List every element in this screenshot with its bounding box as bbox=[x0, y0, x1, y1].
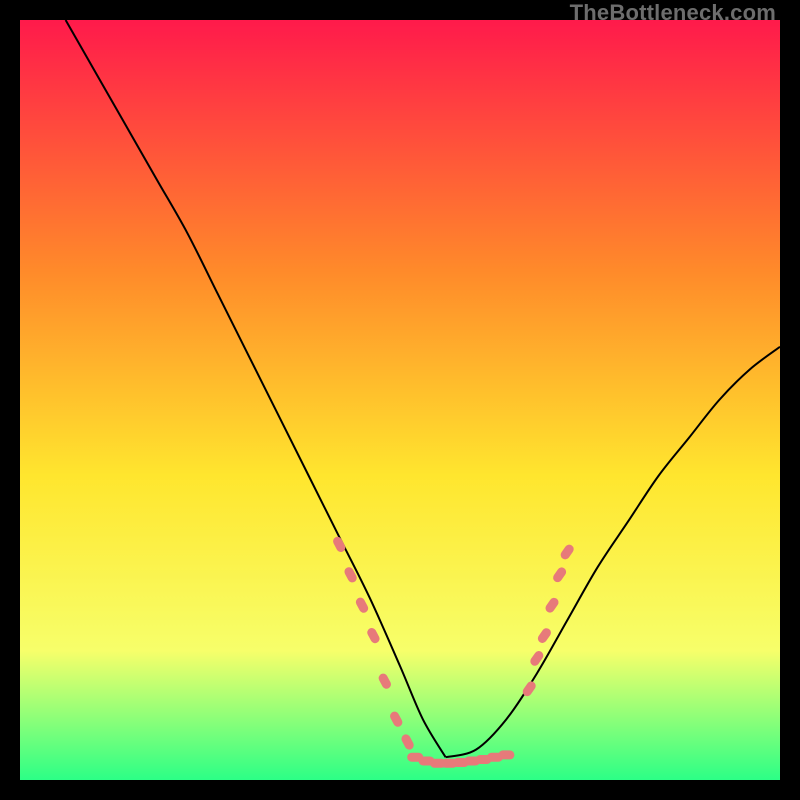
watermark-text: TheBottleneck.com bbox=[570, 0, 776, 26]
scatter-marker bbox=[498, 750, 514, 759]
bottleneck-chart bbox=[20, 20, 780, 780]
chart-frame bbox=[20, 20, 780, 780]
